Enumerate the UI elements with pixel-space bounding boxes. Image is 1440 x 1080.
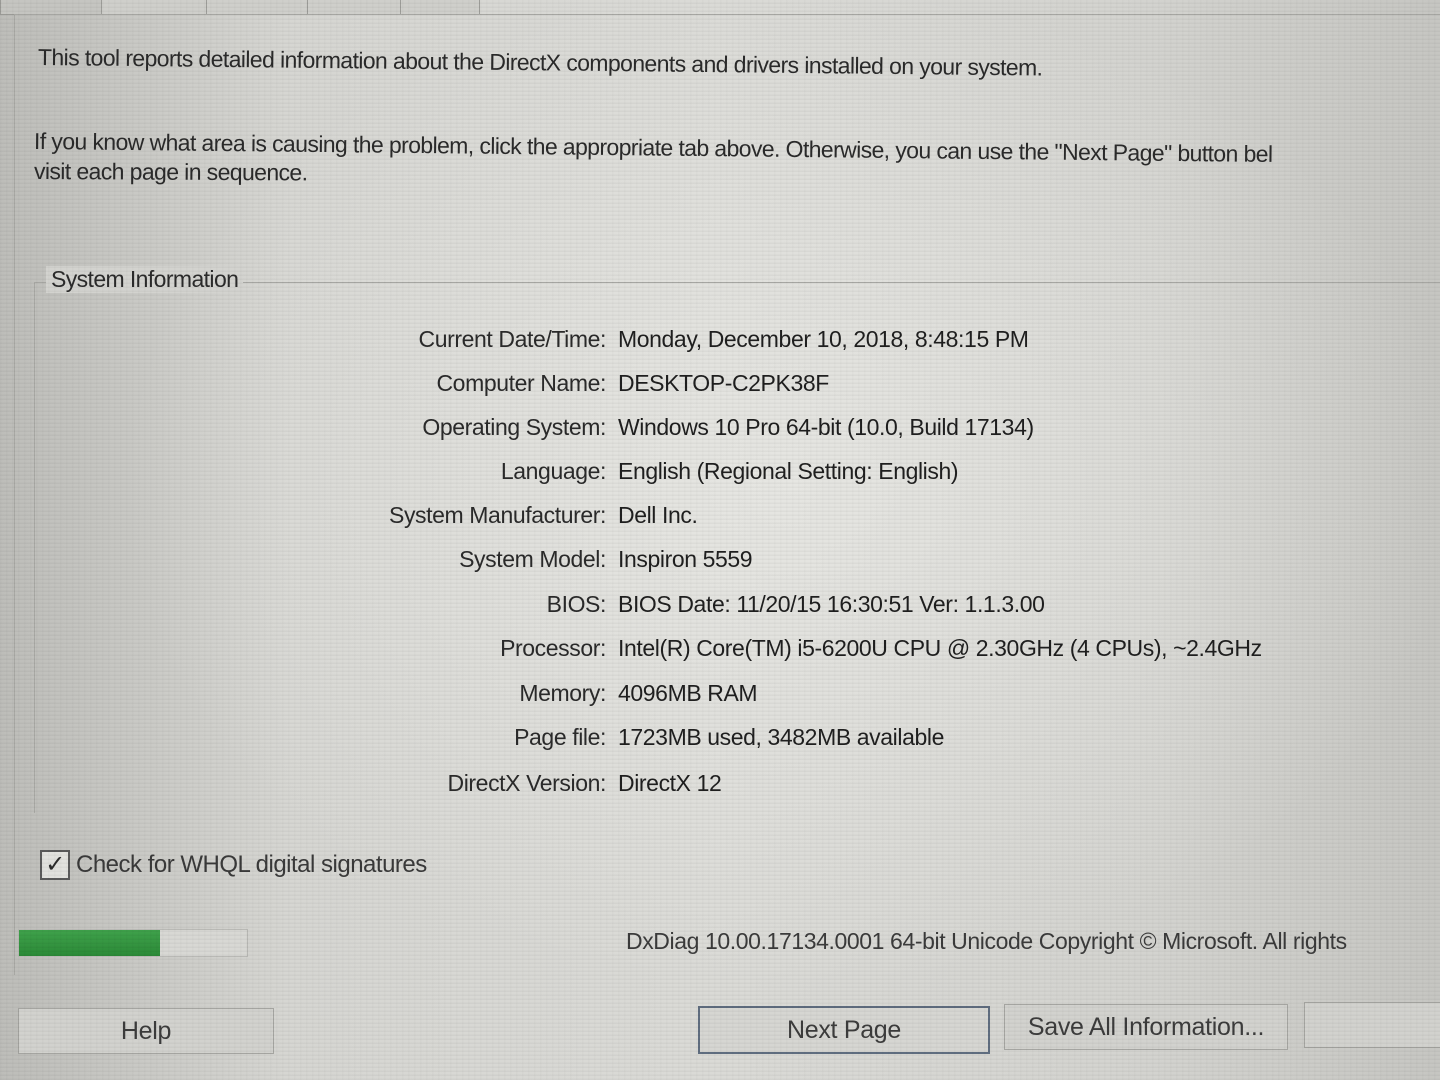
info-row-system-manufacturer: System Manufacturer: Dell Inc. bbox=[0, 502, 1440, 536]
info-row-language: Language: English (Regional Setting: Eng… bbox=[0, 458, 1440, 492]
info-label: Page file: bbox=[514, 724, 606, 750]
info-label: BIOS: bbox=[546, 591, 607, 617]
info-label: Operating System: bbox=[422, 414, 606, 440]
info-value: DESKTOP-C2PK38F bbox=[618, 370, 829, 396]
info-row-directx-version: DirectX Version: DirectX 12 bbox=[0, 770, 1440, 804]
whql-checkbox[interactable]: ✓ bbox=[40, 850, 70, 880]
progress-fill bbox=[19, 930, 161, 956]
info-label: DirectX Version: bbox=[447, 770, 607, 796]
info-label: Language: bbox=[500, 458, 607, 484]
info-row-operating-system: Operating System: Windows 10 Pro 64-bit … bbox=[0, 414, 1440, 448]
info-row-memory: Memory: 4096MB RAM bbox=[0, 680, 1440, 714]
info-value: Intel(R) Core(TM) i5-6200U CPU @ 2.30GHz… bbox=[618, 635, 1262, 661]
info-row-processor: Processor: Intel(R) Core(TM) i5-6200U CP… bbox=[0, 635, 1440, 669]
info-value: Windows 10 Pro 64-bit (10.0, Build 17134… bbox=[618, 414, 1034, 440]
info-row-page-file: Page file: 1723MB used, 3482MB available bbox=[0, 724, 1440, 758]
tab-system[interactable] bbox=[0, 0, 102, 15]
exit-button[interactable]: E bbox=[1304, 1002, 1440, 1048]
info-value: BIOS Date: 11/20/15 16:30:51 Ver: 1.1.3.… bbox=[618, 591, 1045, 617]
whql-checkbox-label: Check for WHQL digital signatures bbox=[76, 851, 427, 878]
dxdiag-window: This tool reports detailed information a… bbox=[0, 0, 1440, 1080]
info-value: English (Regional Setting: English) bbox=[618, 458, 959, 484]
intro-text-line3: visit each page in sequence. bbox=[33, 158, 308, 186]
tab-sound[interactable] bbox=[307, 0, 401, 15]
info-label: Current Date/Time: bbox=[418, 326, 606, 352]
info-value: DirectX 12 bbox=[618, 770, 722, 796]
info-value: 1723MB used, 3482MB available bbox=[618, 724, 944, 750]
info-row-bios: BIOS: BIOS Date: 11/20/15 16:30:51 Ver: … bbox=[0, 591, 1440, 625]
info-label: Computer Name: bbox=[436, 370, 606, 396]
help-button[interactable]: Help bbox=[18, 1008, 274, 1054]
info-label: System Manufacturer: bbox=[389, 502, 606, 528]
info-value: Monday, December 10, 2018, 8:48:15 PM bbox=[618, 326, 1029, 352]
info-label: Processor: bbox=[500, 635, 606, 661]
progress-bar bbox=[18, 929, 248, 957]
info-row-computer-name: Computer Name: DESKTOP-C2PK38F bbox=[0, 370, 1440, 404]
info-value: Dell Inc. bbox=[618, 502, 698, 528]
version-copyright-text: DxDiag 10.00.17134.0001 64-bit Unicode C… bbox=[626, 928, 1347, 954]
info-label: System Model: bbox=[459, 546, 606, 572]
tab-display[interactable] bbox=[101, 0, 207, 15]
save-all-information-button[interactable]: Save All Information... bbox=[1004, 1004, 1288, 1050]
tab-input[interactable] bbox=[400, 0, 480, 15]
system-information-title: System Information bbox=[46, 266, 244, 293]
info-row-date-time: Current Date/Time: Monday, December 10, … bbox=[0, 326, 1440, 360]
whql-checkbox-row[interactable]: ✓ Check for WHQL digital signatures bbox=[40, 850, 427, 880]
next-page-button[interactable]: Next Page bbox=[698, 1006, 990, 1054]
info-row-system-model: System Model: Inspiron 5559 bbox=[0, 546, 1440, 580]
info-value: 4096MB RAM bbox=[618, 680, 758, 706]
info-value: Inspiron 5559 bbox=[618, 546, 753, 572]
tab-render[interactable] bbox=[206, 0, 308, 15]
info-label: Memory: bbox=[519, 680, 606, 706]
